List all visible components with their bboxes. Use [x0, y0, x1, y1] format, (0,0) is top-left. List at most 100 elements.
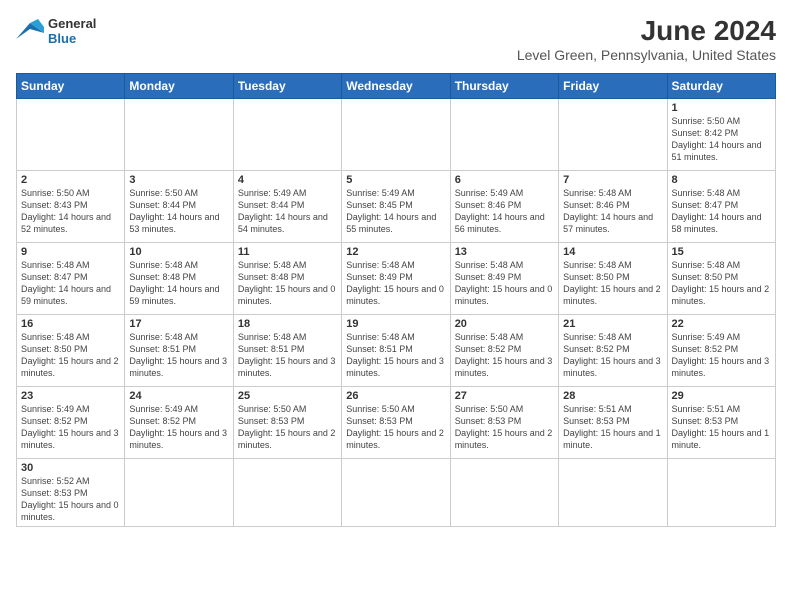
weekday-header-row: Sunday Monday Tuesday Wednesday Thursday… [17, 73, 776, 98]
day-info: Sunrise: 5:49 AM Sunset: 8:46 PM Dayligh… [455, 187, 554, 236]
day-number: 29 [672, 390, 771, 402]
day-number: 27 [455, 390, 554, 402]
header-monday: Monday [125, 73, 233, 98]
header-wednesday: Wednesday [342, 73, 450, 98]
day-info: Sunrise: 5:48 AM Sunset: 8:52 PM Dayligh… [563, 331, 662, 380]
day-info: Sunrise: 5:50 AM Sunset: 8:53 PM Dayligh… [346, 403, 445, 452]
day-info: Sunrise: 5:48 AM Sunset: 8:50 PM Dayligh… [21, 331, 120, 380]
day-number: 21 [563, 318, 662, 330]
table-row: 30Sunrise: 5:52 AM Sunset: 8:53 PM Dayli… [17, 458, 125, 527]
table-row: 20Sunrise: 5:48 AM Sunset: 8:52 PM Dayli… [450, 314, 558, 386]
table-row [450, 458, 558, 527]
table-row: 7Sunrise: 5:48 AM Sunset: 8:46 PM Daylig… [559, 170, 667, 242]
table-row: 13Sunrise: 5:48 AM Sunset: 8:49 PM Dayli… [450, 242, 558, 314]
day-number: 24 [129, 390, 228, 402]
table-row: 25Sunrise: 5:50 AM Sunset: 8:53 PM Dayli… [233, 386, 341, 458]
day-number: 18 [238, 318, 337, 330]
table-row: 4Sunrise: 5:49 AM Sunset: 8:44 PM Daylig… [233, 170, 341, 242]
table-row [17, 98, 125, 170]
day-info: Sunrise: 5:49 AM Sunset: 8:45 PM Dayligh… [346, 187, 445, 236]
day-info: Sunrise: 5:50 AM Sunset: 8:42 PM Dayligh… [672, 115, 771, 164]
day-info: Sunrise: 5:48 AM Sunset: 8:50 PM Dayligh… [563, 259, 662, 308]
table-row [667, 458, 775, 527]
day-number: 3 [129, 174, 228, 186]
table-row: 29Sunrise: 5:51 AM Sunset: 8:53 PM Dayli… [667, 386, 775, 458]
day-info: Sunrise: 5:49 AM Sunset: 8:52 PM Dayligh… [21, 403, 120, 452]
day-info: Sunrise: 5:48 AM Sunset: 8:51 PM Dayligh… [129, 331, 228, 380]
table-row: 16Sunrise: 5:48 AM Sunset: 8:50 PM Dayli… [17, 314, 125, 386]
table-row: 19Sunrise: 5:48 AM Sunset: 8:51 PM Dayli… [342, 314, 450, 386]
table-row: 3Sunrise: 5:50 AM Sunset: 8:44 PM Daylig… [125, 170, 233, 242]
day-number: 5 [346, 174, 445, 186]
day-info: Sunrise: 5:48 AM Sunset: 8:51 PM Dayligh… [238, 331, 337, 380]
table-row [342, 98, 450, 170]
header-tuesday: Tuesday [233, 73, 341, 98]
day-info: Sunrise: 5:48 AM Sunset: 8:48 PM Dayligh… [129, 259, 228, 308]
day-number: 30 [21, 462, 120, 474]
day-number: 13 [455, 246, 554, 258]
day-number: 22 [672, 318, 771, 330]
header-thursday: Thursday [450, 73, 558, 98]
table-row [233, 98, 341, 170]
table-row: 24Sunrise: 5:49 AM Sunset: 8:52 PM Dayli… [125, 386, 233, 458]
table-row: 1Sunrise: 5:50 AM Sunset: 8:42 PM Daylig… [667, 98, 775, 170]
logo-general: General [48, 16, 96, 31]
calendar-subtitle: Level Green, Pennsylvania, United States [517, 47, 776, 63]
header-saturday: Saturday [667, 73, 775, 98]
day-info: Sunrise: 5:48 AM Sunset: 8:47 PM Dayligh… [21, 259, 120, 308]
day-info: Sunrise: 5:51 AM Sunset: 8:53 PM Dayligh… [563, 403, 662, 452]
day-info: Sunrise: 5:48 AM Sunset: 8:50 PM Dayligh… [672, 259, 771, 308]
table-row: 27Sunrise: 5:50 AM Sunset: 8:53 PM Dayli… [450, 386, 558, 458]
table-row: 8Sunrise: 5:48 AM Sunset: 8:47 PM Daylig… [667, 170, 775, 242]
day-info: Sunrise: 5:48 AM Sunset: 8:47 PM Dayligh… [672, 187, 771, 236]
day-number: 15 [672, 246, 771, 258]
table-row: 26Sunrise: 5:50 AM Sunset: 8:53 PM Dayli… [342, 386, 450, 458]
day-number: 17 [129, 318, 228, 330]
table-row: 28Sunrise: 5:51 AM Sunset: 8:53 PM Dayli… [559, 386, 667, 458]
day-info: Sunrise: 5:48 AM Sunset: 8:49 PM Dayligh… [455, 259, 554, 308]
day-info: Sunrise: 5:49 AM Sunset: 8:52 PM Dayligh… [672, 331, 771, 380]
day-number: 9 [21, 246, 120, 258]
calendar-title: June 2024 [517, 16, 776, 47]
day-number: 28 [563, 390, 662, 402]
day-number: 8 [672, 174, 771, 186]
day-number: 2 [21, 174, 120, 186]
day-info: Sunrise: 5:48 AM Sunset: 8:46 PM Dayligh… [563, 187, 662, 236]
day-number: 11 [238, 246, 337, 258]
day-number: 23 [21, 390, 120, 402]
day-info: Sunrise: 5:48 AM Sunset: 8:49 PM Dayligh… [346, 259, 445, 308]
calendar-table: Sunday Monday Tuesday Wednesday Thursday… [16, 73, 776, 528]
calendar-week-row: 9Sunrise: 5:48 AM Sunset: 8:47 PM Daylig… [17, 242, 776, 314]
day-number: 16 [21, 318, 120, 330]
table-row: 22Sunrise: 5:49 AM Sunset: 8:52 PM Dayli… [667, 314, 775, 386]
table-row: 9Sunrise: 5:48 AM Sunset: 8:47 PM Daylig… [17, 242, 125, 314]
day-info: Sunrise: 5:50 AM Sunset: 8:44 PM Dayligh… [129, 187, 228, 236]
table-row: 17Sunrise: 5:48 AM Sunset: 8:51 PM Dayli… [125, 314, 233, 386]
page-header: General Blue June 2024 Level Green, Penn… [16, 16, 776, 63]
table-row [559, 458, 667, 527]
table-row: 12Sunrise: 5:48 AM Sunset: 8:49 PM Dayli… [342, 242, 450, 314]
table-row [125, 458, 233, 527]
day-number: 6 [455, 174, 554, 186]
table-row: 14Sunrise: 5:48 AM Sunset: 8:50 PM Dayli… [559, 242, 667, 314]
day-number: 26 [346, 390, 445, 402]
day-info: Sunrise: 5:50 AM Sunset: 8:43 PM Dayligh… [21, 187, 120, 236]
table-row: 18Sunrise: 5:48 AM Sunset: 8:51 PM Dayli… [233, 314, 341, 386]
table-row: 6Sunrise: 5:49 AM Sunset: 8:46 PM Daylig… [450, 170, 558, 242]
day-info: Sunrise: 5:51 AM Sunset: 8:53 PM Dayligh… [672, 403, 771, 452]
day-number: 10 [129, 246, 228, 258]
logo-blue: Blue [48, 31, 96, 46]
day-number: 7 [563, 174, 662, 186]
table-row [450, 98, 558, 170]
header-sunday: Sunday [17, 73, 125, 98]
table-row [342, 458, 450, 527]
table-row: 23Sunrise: 5:49 AM Sunset: 8:52 PM Dayli… [17, 386, 125, 458]
day-info: Sunrise: 5:50 AM Sunset: 8:53 PM Dayligh… [238, 403, 337, 452]
table-row: 11Sunrise: 5:48 AM Sunset: 8:48 PM Dayli… [233, 242, 341, 314]
day-number: 12 [346, 246, 445, 258]
day-number: 20 [455, 318, 554, 330]
logo: General Blue [16, 16, 96, 46]
calendar-week-row: 2Sunrise: 5:50 AM Sunset: 8:43 PM Daylig… [17, 170, 776, 242]
table-row [125, 98, 233, 170]
calendar-week-row: 1Sunrise: 5:50 AM Sunset: 8:42 PM Daylig… [17, 98, 776, 170]
